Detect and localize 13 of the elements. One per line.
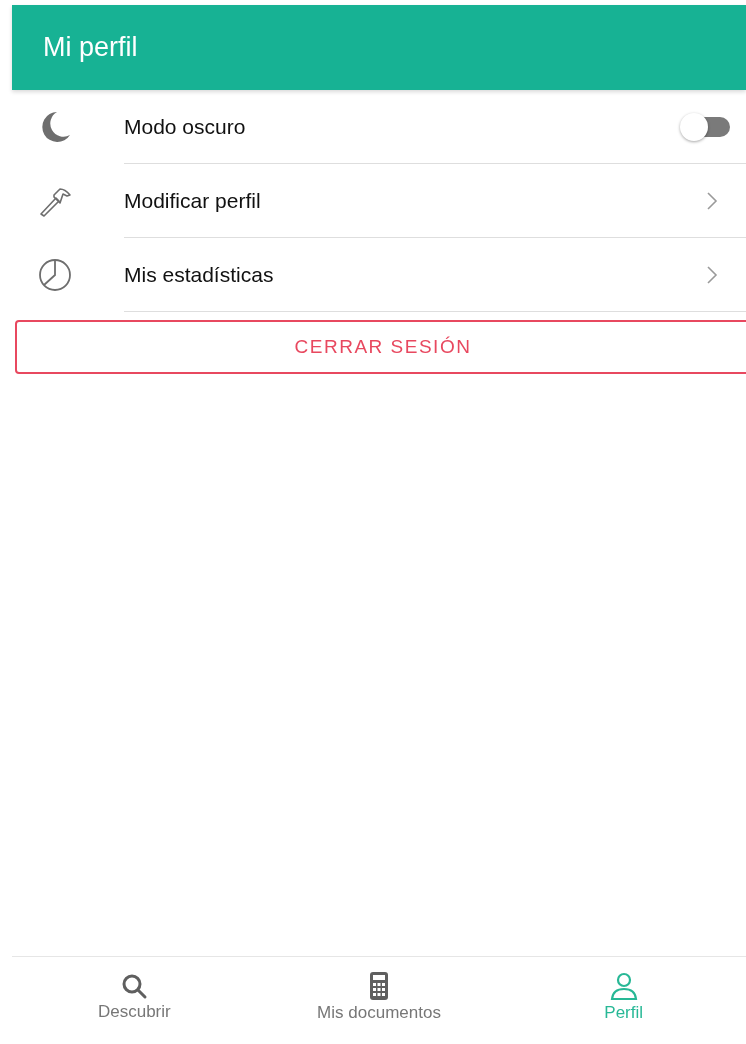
setting-label: Mis estadísticas — [124, 262, 274, 287]
search-icon — [120, 972, 149, 1000]
page-title: Mi perfil — [43, 32, 138, 63]
nav-tab[interactable]: Descubrir — [12, 957, 257, 1043]
logout-button[interactable]: CERRAR SESIÓN — [15, 320, 746, 374]
nav-tab[interactable]: Perfil — [501, 957, 746, 1043]
pie-chart-icon — [37, 257, 73, 293]
chevron-right-icon[interactable] — [706, 190, 718, 211]
setting-label: Modo oscuro — [124, 114, 246, 139]
person-icon — [608, 971, 639, 1001]
chevron-right-icon[interactable] — [706, 264, 718, 285]
setting-label: Modificar perfil — [124, 188, 261, 213]
nav-tab[interactable]: Mis documentos — [256, 957, 502, 1043]
